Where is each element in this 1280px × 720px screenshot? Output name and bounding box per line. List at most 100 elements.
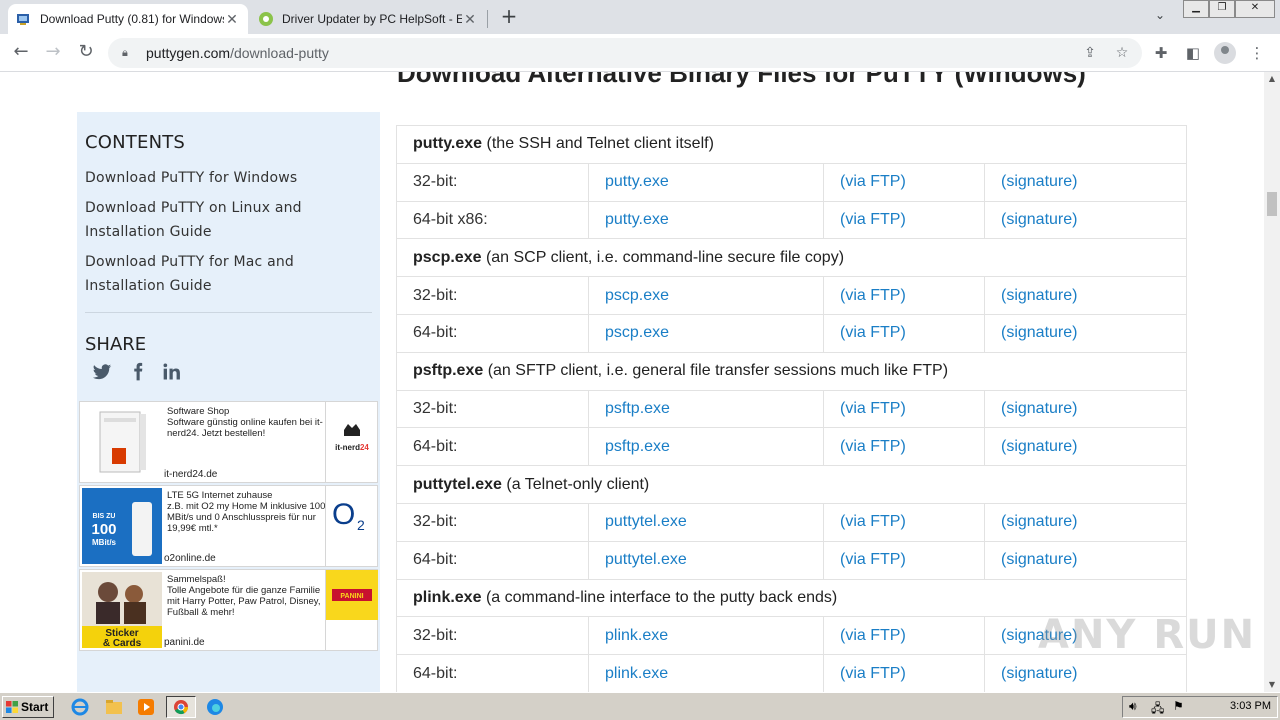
svg-text:PANINI: PANINI bbox=[340, 593, 363, 600]
section-title: psftp.exe (an SFTP client, i.e. general … bbox=[396, 351, 1187, 391]
new-tab-button[interactable]: + bbox=[498, 6, 520, 28]
program-name: pscp.exe bbox=[413, 248, 482, 266]
table-row: 64-bit: plink.exe (via FTP) (signature) bbox=[396, 654, 1187, 692]
address-bar[interactable]: 🔒︎ puttygen.com/download-putty bbox=[108, 38, 1142, 68]
toc-link-windows[interactable]: Download PuTTY for Windows bbox=[85, 166, 375, 190]
profile-avatar[interactable] bbox=[1214, 42, 1236, 64]
download-table: putty.exe (the SSH and Telnet client its… bbox=[396, 125, 1187, 692]
signature-link[interactable]: (signature) bbox=[1001, 400, 1077, 417]
ftp-link[interactable]: (via FTP) bbox=[840, 287, 906, 304]
scroll-down-arrow-icon[interactable]: ▼ bbox=[1264, 678, 1280, 692]
tab-driver-updater[interactable]: Driver Updater by PC HelpSoft - Effo ✕ bbox=[250, 4, 486, 34]
minimize-button[interactable]: ▁ bbox=[1183, 0, 1209, 18]
it-nerd24-logo: it-nerd24 bbox=[325, 402, 377, 482]
section-title: putty.exe (the SSH and Telnet client its… bbox=[396, 125, 1187, 164]
ftp-link[interactable]: (via FTP) bbox=[840, 627, 906, 644]
ftp-link[interactable]: (via FTP) bbox=[840, 400, 906, 417]
ftp-link[interactable]: (via FTP) bbox=[840, 665, 906, 682]
arch-label: 64-bit: bbox=[413, 551, 458, 569]
download-link[interactable]: putty.exe bbox=[605, 173, 669, 190]
start-button[interactable]: Start bbox=[2, 696, 54, 718]
extensions-puzzle-icon[interactable]: ✚ bbox=[1150, 42, 1172, 64]
scroll-up-arrow-icon[interactable]: ▲ bbox=[1264, 72, 1280, 86]
back-button[interactable]: ← bbox=[8, 41, 34, 65]
table-cell: psftp.exe bbox=[588, 427, 824, 467]
download-link[interactable]: pscp.exe bbox=[605, 324, 669, 341]
download-link[interactable]: putty.exe bbox=[605, 211, 669, 228]
ad-it-nerd24[interactable]: Software Shop Software günstig online ka… bbox=[79, 401, 378, 483]
tab-close-icon[interactable]: ✕ bbox=[462, 11, 478, 28]
program-name: putty.exe bbox=[413, 135, 483, 153]
ad-o2online[interactable]: BIS ZU 100 MBit/s LTE 5G Internet zuhaus… bbox=[79, 485, 378, 567]
download-link[interactable]: psftp.exe bbox=[605, 438, 670, 455]
taskbar-clock[interactable]: 3:03 PM bbox=[1230, 700, 1271, 712]
twitter-icon[interactable] bbox=[92, 362, 112, 382]
ad-text: Software Shop Software günstig online ka… bbox=[167, 406, 323, 439]
forward-button[interactable]: → bbox=[40, 41, 66, 65]
tab-close-icon[interactable]: ✕ bbox=[224, 11, 240, 28]
program-description: (the SSH and Telnet client itself) bbox=[486, 135, 714, 153]
signature-link[interactable]: (signature) bbox=[1001, 513, 1077, 530]
ad-panini[interactable]: Sticker & Cards Sammelspaß! Tolle Angebo… bbox=[79, 569, 378, 651]
ftp-link[interactable]: (via FTP) bbox=[840, 211, 906, 228]
arch-label: 32-bit: bbox=[413, 626, 458, 644]
arch-label: 32-bit: bbox=[413, 286, 458, 304]
table-cell: plink.exe bbox=[588, 654, 824, 692]
tab-putty-download[interactable]: Download Putty (0.81) for Windows ✕ bbox=[8, 4, 248, 34]
reload-button[interactable]: ↻ bbox=[73, 41, 99, 65]
signature-link[interactable]: (signature) bbox=[1001, 173, 1077, 190]
facebook-icon[interactable] bbox=[128, 362, 148, 382]
toc-link-linux[interactable]: Download PuTTY on Linux and Installation… bbox=[85, 196, 375, 244]
linkedin-icon[interactable] bbox=[162, 362, 182, 382]
toc-link-mac[interactable]: Download PuTTY for Mac and Installation … bbox=[85, 250, 375, 298]
ftp-link[interactable]: (via FTP) bbox=[840, 324, 906, 341]
edge-icon[interactable] bbox=[205, 697, 225, 717]
start-label: Start bbox=[21, 700, 49, 714]
table-row: 64-bit: puttytel.exe (via FTP) (signature) bbox=[396, 540, 1187, 580]
table-cell: (via FTP) bbox=[823, 389, 985, 429]
ad-domain: it-nerd24.de bbox=[164, 469, 218, 480]
media-player-icon[interactable] bbox=[136, 697, 156, 717]
menu-kebab-icon[interactable]: ⋮ bbox=[1246, 42, 1268, 64]
download-link[interactable]: puttytel.exe bbox=[605, 551, 687, 568]
volume-icon[interactable]: 🔊︎ bbox=[1129, 699, 1137, 714]
file-explorer-icon[interactable] bbox=[104, 697, 124, 717]
side-panel-icon[interactable]: ◧ bbox=[1182, 42, 1204, 64]
network-icon[interactable]: 🖧 bbox=[1151, 699, 1164, 720]
table-cell: puttytel.exe bbox=[588, 502, 824, 542]
table-cell: 64-bit: bbox=[396, 427, 589, 467]
ftp-link[interactable]: (via FTP) bbox=[840, 173, 906, 190]
download-link[interactable]: psftp.exe bbox=[605, 400, 670, 417]
program-name: plink.exe bbox=[413, 588, 482, 606]
signature-link[interactable]: (signature) bbox=[1001, 211, 1077, 228]
maximize-button[interactable]: ❐ bbox=[1209, 0, 1235, 18]
table-row: 32-bit: psftp.exe (via FTP) (signature) bbox=[396, 389, 1187, 429]
download-link[interactable]: pscp.exe bbox=[605, 287, 669, 304]
arch-label: 32-bit: bbox=[413, 399, 458, 417]
chrome-taskbar-button[interactable] bbox=[166, 696, 196, 718]
signature-link[interactable]: (signature) bbox=[1001, 287, 1077, 304]
chrome-icon bbox=[174, 700, 189, 715]
signature-link[interactable]: (signature) bbox=[1001, 665, 1077, 682]
action-center-flag-icon[interactable]: ⚑ bbox=[1173, 699, 1184, 713]
internet-explorer-icon[interactable] bbox=[70, 697, 90, 717]
contents-title: CONTENTS bbox=[85, 132, 186, 153]
signature-link[interactable]: (signature) bbox=[1001, 438, 1077, 455]
page-scrollbar[interactable]: ▲ ▼ bbox=[1264, 72, 1280, 692]
download-link[interactable]: puttytel.exe bbox=[605, 513, 687, 530]
download-link[interactable]: plink.exe bbox=[605, 665, 668, 682]
scrollbar-thumb[interactable] bbox=[1267, 192, 1277, 216]
ftp-link[interactable]: (via FTP) bbox=[840, 513, 906, 530]
ftp-link[interactable]: (via FTP) bbox=[840, 438, 906, 455]
bookmark-star-icon[interactable]: ☆ bbox=[1113, 44, 1131, 62]
download-link[interactable]: plink.exe bbox=[605, 627, 668, 644]
ftp-link[interactable]: (via FTP) bbox=[840, 551, 906, 568]
share-page-icon[interactable]: ⇪ bbox=[1081, 44, 1099, 62]
signature-link[interactable]: (signature) bbox=[1001, 324, 1077, 341]
ad-text: LTE 5G Internet zuhause z.B. mit O2 my H… bbox=[167, 490, 326, 534]
signature-link[interactable]: (signature) bbox=[1001, 551, 1077, 568]
arch-label: 64-bit: bbox=[413, 437, 458, 455]
close-window-button[interactable]: ✕ bbox=[1235, 0, 1275, 18]
tab-search-chevron-icon[interactable]: ⌄ bbox=[1150, 8, 1170, 26]
tab-divider bbox=[487, 10, 488, 28]
